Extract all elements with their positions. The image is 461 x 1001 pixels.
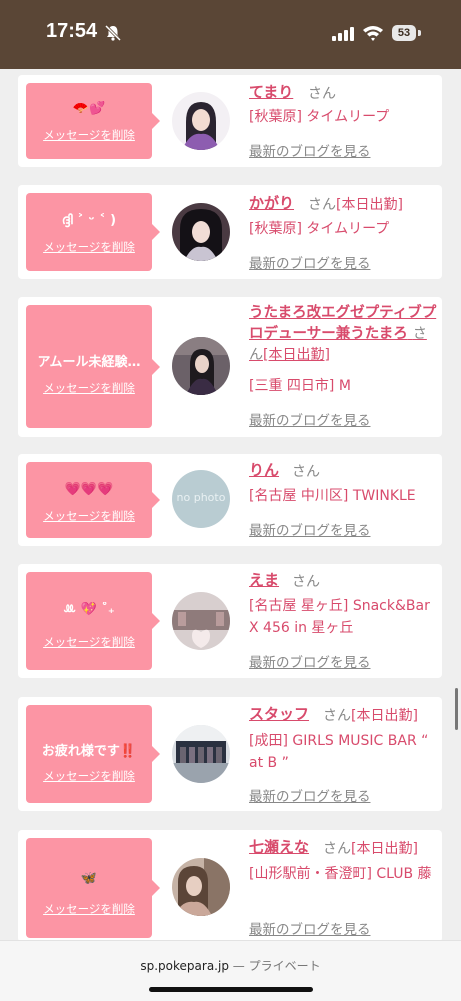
status-time: 17:54: [46, 20, 98, 42]
cast-name[interactable]: うたまろ改エグゼプティブプロデューサー兼うたまろ さん[本日出勤]: [249, 303, 437, 366]
delete-message-link[interactable]: メッセージを削除: [26, 239, 152, 255]
browser-bottom-bar: sp.pokepara.jp — プライベート: [0, 940, 461, 1001]
delete-message-link[interactable]: メッセージを削除: [26, 901, 152, 917]
private-mode-label: プライベート: [248, 959, 321, 973]
latest-blog-link[interactable]: 最新のブログを見る: [249, 140, 371, 160]
working-today-badge: [本日出勤]: [263, 347, 330, 363]
message-card: アムール未経験… メッセージを削除 うたまろ改エグゼプティブプロデューサー兼うた…: [18, 297, 442, 437]
working-today-badge: [本日出勤]: [336, 197, 403, 213]
honorific: さん: [323, 708, 351, 724]
shop-name: [秋葉原] タイムリープ: [249, 109, 390, 125]
message-text: 🦋: [80, 871, 98, 886]
message-bubble: 🦋 メッセージを削除: [26, 838, 160, 938]
avatar[interactable]: no photo: [172, 470, 230, 528]
battery-tip: [418, 30, 421, 36]
delete-message-link[interactable]: メッセージを削除: [26, 380, 152, 396]
avatar[interactable]: [172, 337, 230, 395]
cast-name-link[interactable]: かがり: [249, 194, 294, 212]
message-card: お疲れ様です‼️ メッセージを削除 スタッフ さん[本日出勤] [成田] GIR…: [18, 697, 442, 811]
honorific: さん: [323, 841, 351, 857]
wifi-icon: [363, 26, 383, 41]
cast-name-link[interactable]: りん: [249, 461, 279, 479]
latest-blog-link[interactable]: 最新のブログを見る: [249, 785, 371, 805]
cast-name-link[interactable]: うたまろ改エグゼプティブプロデューサー兼うたまろ: [249, 305, 436, 342]
honorific: さん: [292, 574, 320, 590]
shop-name: [成田] GIRLS MUSIC BAR “ at B ”: [249, 733, 429, 771]
scroll-indicator[interactable]: [455, 688, 458, 730]
cast-name[interactable]: りん: [249, 459, 279, 481]
message-card: ദ്ദി ˃ ᵕ ˂ ) メッセージを削除 かがり さん[本日出勤] [秋葉原]…: [18, 185, 442, 279]
message-card: 🦋 メッセージを削除 七瀬えな さん[本日出勤] [山形駅前・香澄町] CLUB…: [18, 830, 442, 942]
cast-name[interactable]: 七瀬えな: [249, 836, 309, 858]
domain-text: sp.pokepara.jp: [140, 959, 229, 973]
honorific-and-badge: さん[本日出勤]: [323, 838, 418, 858]
cast-name-link[interactable]: てまり: [249, 83, 293, 101]
message-bubble: ദ്ദി ˃ ᵕ ˂ ) メッセージを削除: [26, 193, 160, 271]
cast-name[interactable]: てまり: [249, 81, 293, 103]
cast-name[interactable]: えま: [249, 569, 279, 591]
honorific-and-badge: さん[本日出勤]: [308, 194, 403, 214]
avatar[interactable]: [172, 92, 230, 150]
message-bubble: アムール未経験… メッセージを削除: [26, 305, 160, 428]
message-bubble: ꔛ 💖 ˚₊ メッセージを削除: [26, 572, 160, 670]
home-indicator[interactable]: [149, 987, 313, 992]
address-bar[interactable]: sp.pokepara.jp — プライベート: [0, 957, 461, 974]
latest-blog-link[interactable]: 最新のブログを見る: [249, 918, 371, 938]
working-today-badge: [本日出勤]: [351, 841, 418, 857]
honorific-and-badge: さん[本日出勤]: [323, 705, 418, 725]
message-text: 💗💗💗: [64, 482, 114, 497]
latest-blog-link[interactable]: 最新のブログを見る: [249, 651, 371, 671]
message-bubble: お疲れ様です‼️ メッセージを削除: [26, 705, 160, 803]
no-photo-placeholder: no photo: [176, 491, 226, 504]
separator: —: [232, 959, 245, 973]
avatar[interactable]: [172, 858, 230, 916]
working-today-badge: [本日出勤]: [351, 708, 418, 724]
latest-blog-link[interactable]: 最新のブログを見る: [249, 252, 371, 272]
latest-blog-link[interactable]: 最新のブログを見る: [249, 409, 371, 429]
delete-message-link[interactable]: メッセージを削除: [26, 127, 152, 143]
message-text: ദ്ദി ˃ ᵕ ˂ ): [61, 213, 117, 228]
delete-message-link[interactable]: メッセージを削除: [26, 634, 152, 650]
shop-name: [山形駅前・香澄町] CLUB 藤: [249, 866, 432, 882]
cast-name-link[interactable]: スタッフ: [249, 705, 309, 723]
honorific: さん: [308, 197, 336, 213]
message-text: 🪭💕: [72, 101, 106, 116]
delete-message-link[interactable]: メッセージを削除: [26, 768, 152, 784]
message-bubble: 🪭💕 メッセージを削除: [26, 83, 160, 159]
message-text: ꔛ 💖 ˚₊: [63, 602, 115, 617]
cast-name-link[interactable]: 七瀬えな: [249, 838, 309, 856]
honorific: さん: [292, 464, 320, 480]
cast-name[interactable]: スタッフ: [249, 703, 309, 725]
battery-icon: 53: [392, 25, 416, 41]
shop-name: [秋葉原] タイムリープ: [249, 221, 390, 237]
message-card: 💗💗💗 メッセージを削除 no photo りん さん [名古屋 中川区] TW…: [18, 454, 442, 546]
shop-name: [名古屋 星ヶ丘] Snack&Bar X 456 in 星ヶ丘: [249, 598, 430, 636]
delete-message-link[interactable]: メッセージを削除: [26, 508, 152, 524]
message-text: アムール未経験…: [37, 355, 141, 370]
avatar[interactable]: [172, 725, 230, 783]
status-bar: 17:54 53: [0, 0, 461, 69]
avatar[interactable]: [172, 203, 230, 261]
cast-name-link[interactable]: えま: [249, 571, 279, 589]
avatar[interactable]: [172, 592, 230, 650]
message-bubble: 💗💗💗 メッセージを削除: [26, 462, 160, 538]
shop-name: [三重 四日市] M: [249, 378, 351, 394]
bell-muted-icon: [104, 24, 122, 42]
message-card: 🪭💕 メッセージを削除 てまり さん [秋葉原] タイムリープ 最新のブログを見…: [18, 75, 442, 167]
latest-blog-link[interactable]: 最新のブログを見る: [249, 519, 371, 539]
honorific: さん: [308, 86, 336, 102]
cast-name[interactable]: かがり: [249, 192, 294, 214]
shop-name: [名古屋 中川区] TWINKLE: [249, 488, 416, 504]
message-text: お疲れ様です‼️: [41, 744, 137, 759]
message-card: ꔛ 💖 ˚₊ メッセージを削除 えま さん [名古屋 星ヶ丘] Snack&Ba…: [18, 564, 442, 678]
cellular-signal-icon: [332, 27, 354, 41]
